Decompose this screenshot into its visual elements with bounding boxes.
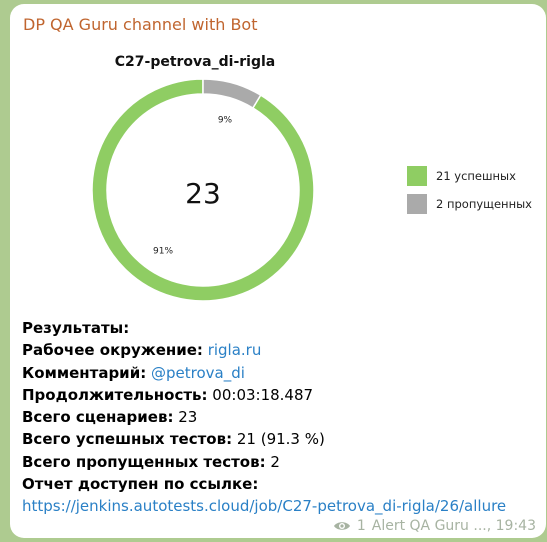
mention-link[interactable]: @petrova_di	[151, 364, 245, 382]
legend-swatch-passed	[407, 166, 427, 186]
report-label-line: Отчет доступен по ссылке:	[22, 475, 259, 494]
env-link[interactable]: rigla.ru	[208, 341, 262, 359]
legend-label-passed: 21 успешных	[436, 169, 516, 183]
skipped-line: Всего пропущенных тестов: 2	[22, 452, 280, 471]
author-time: Alert QA Guru ..., 19:43	[371, 518, 536, 534]
legend-swatch-skipped	[407, 194, 427, 214]
legend-label-skipped: 2 пропущенных	[436, 197, 532, 211]
slice-skipped	[202, 78, 262, 110]
results-header: Результаты:	[22, 319, 130, 337]
chart-image[interactable]: C27-petrova_di-rigla 23 91% 9% 21 успешны…	[30, 40, 547, 320]
passed-line: Всего успешных тестов: 21 (91.3 %)	[22, 430, 325, 449]
channel-title[interactable]: DP QA Guru channel with Bot	[23, 15, 258, 34]
duration-line: Продолжительность: 00:03:18.487	[22, 385, 314, 404]
slice-label-skipped: 9%	[218, 116, 233, 126]
report-link[interactable]: https://jenkins.autotests.cloud/job/C27-…	[22, 497, 506, 515]
report-link-line: https://jenkins.autotests.cloud/job/C27-…	[22, 495, 542, 517]
message-bubble: DP QA Guru channel with Bot C27-petrova_…	[10, 4, 546, 538]
chart-title: C27-petrova_di-rigla	[115, 54, 275, 70]
slice-label-passed: 91%	[153, 246, 173, 256]
env-line: Рабочее окружение: rigla.ru	[22, 341, 262, 360]
comment-line: Комментарий: @petrova_di	[22, 363, 245, 382]
views-count: 1	[356, 518, 366, 534]
chart-center-label: 23	[185, 177, 221, 210]
scenarios-line: Всего сценариев: 23	[22, 408, 198, 427]
donut-chart: C27-petrova_di-rigla 23 91% 9% 21 успешны…	[91, 54, 532, 302]
message-meta: 1 Alert QA Guru ..., 19:43	[333, 518, 536, 534]
results-text: Результаты: Рабочее окружение: rigla.ru …	[22, 317, 542, 518]
eye-icon	[333, 522, 350, 530]
